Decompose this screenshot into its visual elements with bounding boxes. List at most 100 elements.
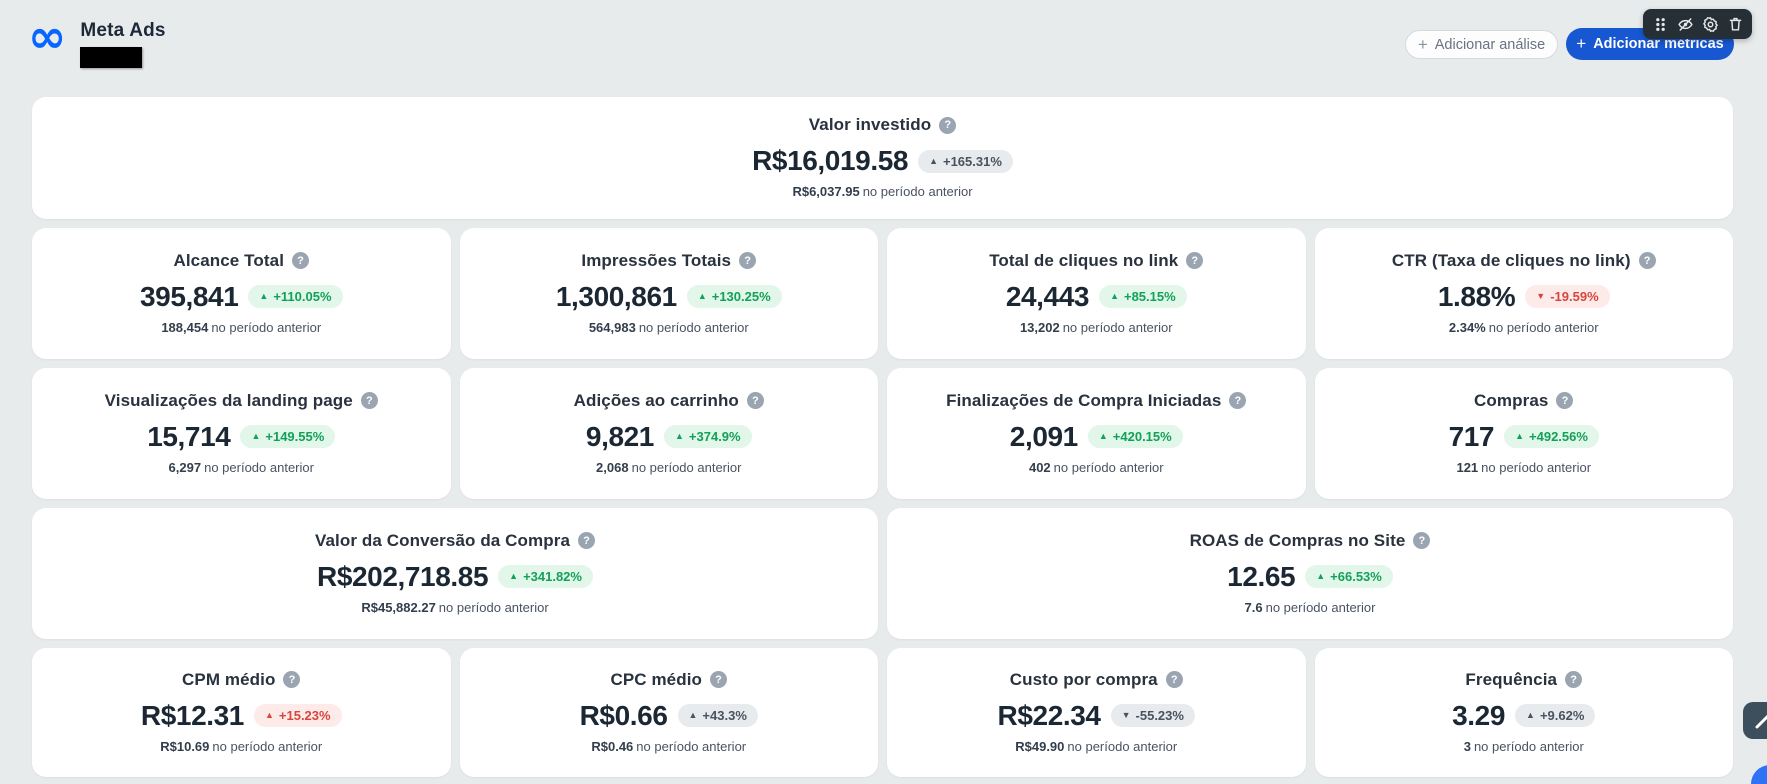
metric-card-adicoes-carrinho[interactable]: Adições ao carrinho ? 9,821 ▲ +374.9% 2,… — [459, 368, 878, 499]
previous-label: no período anterior — [636, 738, 747, 754]
trend-arrow-icon: ▲ — [1098, 431, 1108, 441]
previous-period: 121 no período anterior — [1456, 460, 1591, 475]
trend-arrow-icon: ▲ — [264, 710, 274, 720]
metric-value: R$22.34 — [997, 699, 1101, 731]
metric-title: ROAS de Compras no Site — [1189, 530, 1406, 550]
metric-value: R$0.66 — [579, 699, 668, 731]
metrics-grid: Valor investido ? R$16,019.58 ▲ +165.31%… — [32, 97, 1733, 777]
edit-fab-button[interactable] — [1743, 702, 1767, 739]
help-icon[interactable]: ? — [1165, 671, 1183, 688]
previous-period: 2,068 no período anterior — [596, 460, 741, 475]
metric-card-valor-investido[interactable]: Valor investido ? R$16,019.58 ▲ +165.31%… — [32, 97, 1733, 219]
help-icon[interactable]: ? — [283, 671, 301, 688]
previous-period: 188,454 no período anterior — [161, 320, 321, 335]
trend-arrow-icon: ▲ — [1515, 431, 1525, 441]
metric-card-impressoes-totais[interactable]: Impressões Totais ? 1,300,861 ▲ +130.25%… — [459, 228, 878, 359]
metric-value: R$12.31 — [140, 699, 244, 731]
metric-card-finalizacoes-compra[interactable]: Finalizações de Compra Iniciadas ? 2,091… — [887, 368, 1306, 499]
help-icon[interactable]: ? — [292, 252, 310, 269]
metric-title: Alcance Total — [173, 250, 285, 270]
help-icon[interactable]: ? — [746, 392, 764, 409]
previous-period: R$49.90 no período anterior — [1015, 739, 1177, 754]
help-icon[interactable]: ? — [710, 671, 728, 688]
help-icon[interactable]: ? — [578, 532, 596, 549]
change-value: +165.31% — [942, 153, 1002, 169]
change-value: +85.15% — [1123, 289, 1176, 304]
metric-title: Valor investido — [808, 115, 932, 134]
eye-slash-icon[interactable] — [1676, 15, 1694, 33]
previous-label: no período anterior — [1067, 738, 1178, 754]
trend-arrow-icon: ▼ — [1121, 710, 1131, 720]
change-value: +43.3% — [702, 708, 747, 723]
previous-value: 188,454 — [161, 319, 209, 335]
change-value: +492.56% — [1529, 429, 1588, 444]
trend-arrow-icon: ▲ — [251, 431, 261, 441]
previous-period: 7.6 no período anterior — [1245, 600, 1376, 615]
metric-value: 9,821 — [585, 420, 654, 452]
widget-toolbar — [1643, 9, 1752, 39]
metric-title: Impressões Totais — [581, 250, 732, 270]
change-badge: ▼ -55.23% — [1110, 704, 1195, 727]
change-badge: ▲ +341.82% — [498, 565, 593, 588]
trend-arrow-icon: ▲ — [1110, 291, 1119, 301]
metric-card-compras[interactable]: Compras ? 717 ▲ +492.56% 121 no período a… — [1314, 368, 1733, 499]
help-icon[interactable]: ? — [1186, 252, 1204, 269]
change-badge: ▲ +9.62% — [1515, 704, 1596, 727]
change-value: -55.23% — [1135, 708, 1184, 723]
metric-card-cpm-medio[interactable]: CPM médio ? R$12.31 ▲ +15.23% R$10.69 no … — [32, 648, 451, 777]
change-value: +110.05% — [273, 289, 332, 304]
trend-arrow-icon: ▲ — [674, 431, 684, 441]
previous-period: 6,297 no período anterior — [169, 460, 314, 475]
metric-card-cpc-medio[interactable]: CPC médio ? R$0.66 ▲ +43.3% R$0.46 no per… — [459, 648, 878, 777]
chat-fab-button[interactable] — [1751, 765, 1767, 784]
plus-icon: + — [1576, 34, 1587, 53]
previous-value: 121 — [1456, 459, 1479, 475]
help-icon[interactable]: ? — [360, 392, 378, 409]
help-icon[interactable]: ? — [1565, 671, 1583, 688]
previous-period: 3 no período anterior — [1464, 739, 1584, 754]
previous-value: 2.34% — [1448, 319, 1486, 335]
gear-icon[interactable] — [1701, 15, 1719, 33]
metric-card-custo-por-compra[interactable]: Custo por compra ? R$22.34 ▼ -55.23% R$4… — [887, 648, 1306, 777]
change-badge: ▼ -19.59% — [1525, 285, 1610, 308]
metric-title: Custo por compra — [1009, 669, 1158, 689]
add-analysis-button[interactable]: + Adicionar análise — [1405, 30, 1558, 59]
change-badge: ▲ +149.55% — [240, 425, 336, 448]
trend-arrow-icon: ▲ — [688, 710, 698, 720]
previous-value: 13,202 — [1019, 319, 1060, 335]
previous-label: no período anterior — [211, 319, 322, 335]
previous-value: R$49.90 — [1015, 738, 1065, 754]
metric-card-alcance-total[interactable]: Alcance Total ? 395,841 ▲ +110.05% 188,4… — [32, 228, 451, 359]
metric-value: 2,091 — [1009, 420, 1078, 452]
previous-period: 402 no período anterior — [1029, 460, 1164, 475]
help-icon[interactable]: ? — [939, 116, 957, 134]
change-value: -19.59% — [1550, 289, 1599, 304]
page-header: ∞ Meta Ads — [28, 12, 166, 68]
metric-card-ctr[interactable]: CTR (Taxa de cliques no link) ? 1.88% ▼ … — [1314, 228, 1733, 359]
help-icon[interactable]: ? — [739, 252, 757, 269]
previous-label: no período anterior — [1265, 599, 1376, 615]
change-value: +66.53% — [1330, 569, 1382, 584]
help-icon[interactable]: ? — [1229, 392, 1247, 409]
help-icon[interactable]: ? — [1638, 252, 1656, 269]
meta-logo-icon: ∞ — [28, 9, 67, 63]
previous-period: R$0.46 no período anterior — [591, 739, 746, 754]
change-value: +341.82% — [523, 569, 582, 584]
trash-icon[interactable] — [1726, 15, 1744, 33]
trend-arrow-icon: ▲ — [1316, 571, 1326, 581]
previous-period: 13,202 no período anterior — [1020, 320, 1173, 335]
drag-handle-icon[interactable] — [1651, 15, 1669, 33]
previous-label: no período anterior — [1488, 319, 1599, 335]
trend-arrow-icon: ▼ — [1536, 291, 1546, 301]
metric-card-total-cliques-link[interactable]: Total de cliques no link ? 24,443 ▲ +85.… — [887, 228, 1306, 359]
metric-title: Visualizações da landing page — [104, 390, 353, 410]
change-badge: ▲ +374.9% — [663, 425, 752, 448]
trend-arrow-icon: ▲ — [1526, 710, 1535, 720]
metric-card-valor-conversao-compra[interactable]: Valor da Conversão da Compra ? R$202,718… — [32, 508, 878, 639]
metric-card-roas[interactable]: ROAS de Compras no Site ? 12.65 ▲ +66.53… — [887, 508, 1733, 639]
help-icon[interactable]: ? — [1413, 532, 1431, 549]
metric-card-frequencia[interactable]: Frequência ? 3.29 ▲ +9.62% 3 no período a… — [1314, 648, 1733, 777]
metric-title: Total de cliques no link — [989, 250, 1179, 270]
help-icon[interactable]: ? — [1556, 392, 1574, 409]
metric-card-visualizacoes-landing-page[interactable]: Visualizações da landing page ? 15,714 ▲… — [32, 368, 451, 499]
